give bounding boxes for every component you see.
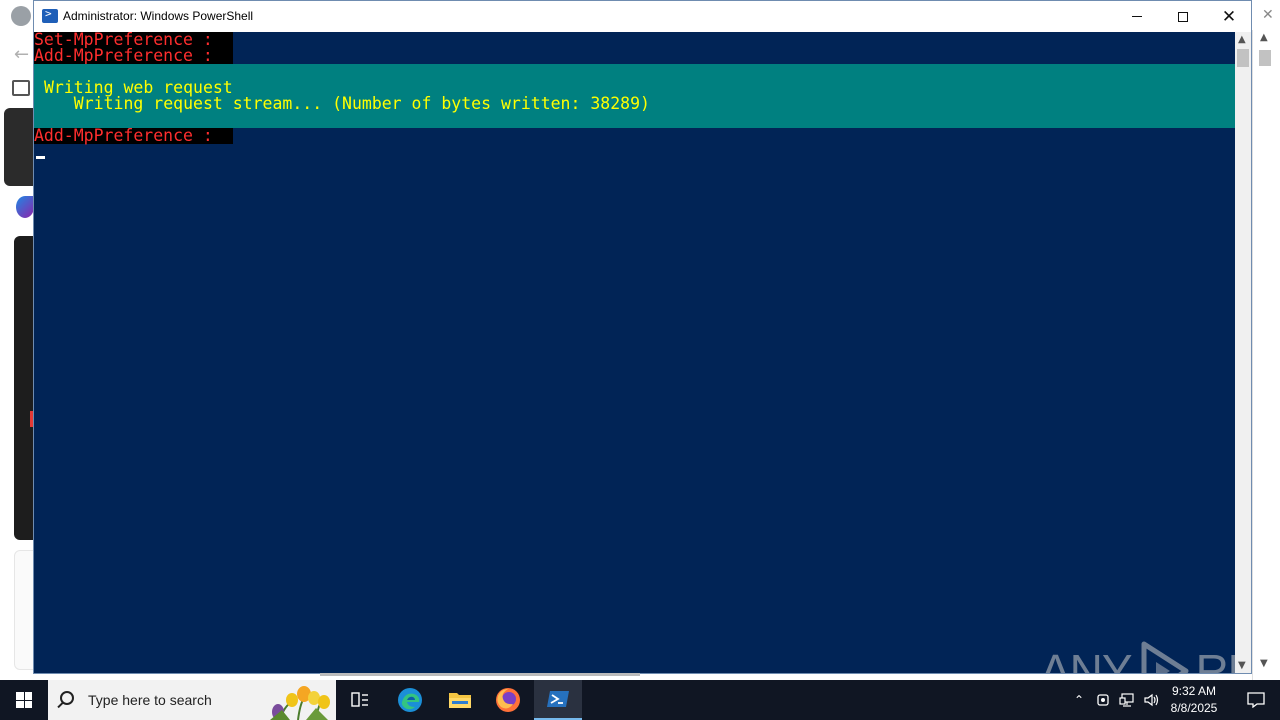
progress-banner: Writing web request Writing request stre… bbox=[34, 64, 1235, 128]
task-view-button[interactable] bbox=[336, 680, 384, 720]
speaker-icon bbox=[1144, 693, 1159, 707]
close-button[interactable]: ✕ bbox=[1206, 1, 1252, 32]
play-logo-icon bbox=[1141, 641, 1189, 673]
network-icon bbox=[1119, 693, 1134, 707]
console-error-line: Add-MpPreference : bbox=[34, 47, 233, 64]
collections-icon[interactable] bbox=[12, 80, 30, 96]
scroll-up-arrow-icon[interactable]: ▲ bbox=[1260, 32, 1268, 43]
meet-now-button[interactable] bbox=[1092, 680, 1114, 720]
powershell-taskbar-icon bbox=[547, 691, 569, 707]
anyrun-watermark: ANY RUN bbox=[1040, 640, 1235, 673]
firefox-icon bbox=[496, 688, 520, 712]
progress-status: Writing request stream... (Number of byt… bbox=[44, 94, 650, 113]
action-center-button[interactable] bbox=[1232, 680, 1280, 720]
windows-logo-icon bbox=[16, 692, 32, 708]
scrollbar-thumb[interactable] bbox=[1237, 49, 1249, 67]
taskbar-search-box[interactable]: Type here to search bbox=[48, 680, 336, 720]
horizontal-scrollbar-thumb[interactable] bbox=[320, 673, 640, 676]
search-placeholder: Type here to search bbox=[88, 692, 212, 708]
folder-icon bbox=[449, 693, 471, 708]
profile-avatar-icon[interactable] bbox=[11, 6, 31, 26]
search-highlight-flowers-icon bbox=[270, 682, 336, 720]
chevron-up-icon: ⌃ bbox=[1073, 693, 1085, 707]
console-error-line: Add-MpPreference : bbox=[34, 127, 233, 144]
start-button[interactable] bbox=[0, 680, 48, 720]
scroll-down-arrow-icon[interactable]: ▼ bbox=[1238, 660, 1246, 671]
powershell-icon bbox=[42, 7, 58, 23]
window-title: Administrator: Windows PowerShell bbox=[63, 9, 254, 23]
search-icon bbox=[60, 691, 74, 705]
background-logo-icon bbox=[16, 196, 34, 218]
task-view-icon bbox=[351, 692, 368, 707]
background-scrollbar[interactable]: ▲ ▼ bbox=[1256, 30, 1274, 672]
minimize-button[interactable] bbox=[1114, 1, 1160, 32]
console-cursor bbox=[36, 156, 45, 159]
maximize-icon bbox=[1178, 11, 1188, 22]
volume-button[interactable] bbox=[1140, 680, 1162, 720]
powershell-taskbar-button[interactable] bbox=[534, 680, 582, 720]
scroll-down-arrow-icon[interactable]: ▼ bbox=[1260, 658, 1268, 669]
console-scrollbar[interactable]: ▲ ▼ bbox=[1235, 32, 1251, 673]
taskbar-clock[interactable]: 9:32 AM 8/8/2025 bbox=[1164, 683, 1224, 717]
firefox-button[interactable] bbox=[484, 680, 532, 720]
watermark-text-right: RUN bbox=[1195, 645, 1235, 673]
title-bar[interactable]: Administrator: Windows PowerShell ✕ bbox=[34, 1, 1251, 32]
powershell-window: Administrator: Windows PowerShell ✕ Set-… bbox=[33, 0, 1252, 674]
notification-icon bbox=[1247, 692, 1265, 708]
clock-date: 8/8/2025 bbox=[1170, 701, 1218, 715]
file-explorer-button[interactable] bbox=[436, 680, 484, 720]
console-output[interactable]: Set-MpPreference : Add-MpPreference : Wr… bbox=[34, 32, 1235, 673]
scroll-up-arrow-icon[interactable]: ▲ bbox=[1238, 34, 1246, 45]
close-icon: ✕ bbox=[1221, 6, 1237, 27]
maximize-button[interactable] bbox=[1160, 1, 1206, 32]
show-hidden-icons-button[interactable]: ⌃ bbox=[1068, 680, 1090, 720]
clock-time: 9:32 AM bbox=[1171, 684, 1217, 698]
network-button[interactable] bbox=[1116, 680, 1138, 720]
background-close-icon[interactable]: ✕ bbox=[1262, 6, 1274, 23]
minimize-icon bbox=[1132, 16, 1142, 17]
edge-taskbar-button[interactable] bbox=[386, 680, 434, 720]
back-arrow-icon[interactable]: ← bbox=[14, 44, 29, 65]
edge-icon bbox=[398, 688, 422, 712]
watermark-text-left: ANY bbox=[1040, 645, 1133, 673]
scrollbar-thumb[interactable] bbox=[1259, 50, 1271, 66]
tray-device-icon bbox=[1097, 694, 1109, 706]
taskbar: Type here to search ⌃ 9:32 AM 8/8/2025 bbox=[0, 680, 1280, 720]
